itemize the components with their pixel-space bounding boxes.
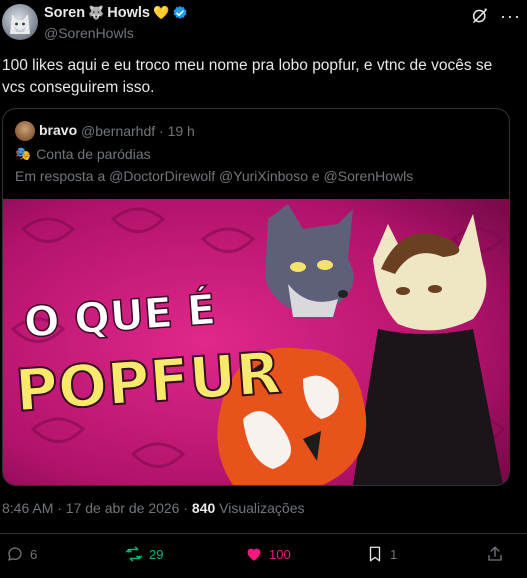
heart-emoji: 💛 xyxy=(152,5,170,20)
reply-button[interactable]: 6 xyxy=(6,545,37,563)
bookmark-icon xyxy=(369,546,381,562)
quote-author-handle-time[interactable]: @bernarhdf · 19 h xyxy=(81,123,195,139)
author-name[interactable]: Soren 🐺 Howls 💛 xyxy=(44,5,188,21)
parody-mask-icon: 🎭 xyxy=(15,146,32,161)
timestamp[interactable]: 8:46 AM · 17 de abr de 2026 · xyxy=(2,500,188,516)
wolf-avatar-art xyxy=(10,14,30,34)
views-label: Visualizações xyxy=(219,500,305,516)
quote-author-avatar[interactable] xyxy=(15,121,35,141)
quote-author-name[interactable]: bravo xyxy=(39,122,77,138)
reply-icon xyxy=(8,547,22,561)
more-options-icon[interactable]: ··· xyxy=(500,6,521,27)
author-avatar[interactable] xyxy=(2,4,38,40)
repost-count: 29 xyxy=(149,546,164,562)
quoted-tweet[interactable]: bravo @bernarhdf · 19 h 🎭 Conta de paród… xyxy=(2,108,510,486)
author-name-suffix: Howls xyxy=(107,5,150,21)
bookmark-count: 1 xyxy=(390,546,398,562)
tweet-meta: 8:46 AM · 17 de abr de 2026 · 840 Visual… xyxy=(2,500,305,516)
bookmark-button[interactable]: 1 xyxy=(366,545,397,563)
reply-count: 6 xyxy=(30,546,38,562)
verified-badge-icon xyxy=(173,6,187,19)
author-name-first: Soren xyxy=(44,5,86,21)
grok-icon[interactable] xyxy=(471,7,489,25)
repost-icon xyxy=(125,546,143,562)
author-handle[interactable]: @SorenHowls xyxy=(44,25,134,41)
share-button[interactable] xyxy=(486,545,504,563)
views-count: 840 xyxy=(191,500,216,516)
tweet-text: 100 likes aqui e eu troco meu nome pra l… xyxy=(2,57,493,96)
like-count: 100 xyxy=(269,546,291,562)
parody-label-text: Conta de paródias xyxy=(36,146,151,162)
parody-label: 🎭 Conta de paródias xyxy=(15,146,151,162)
reply-to-line: Em resposta a @DoctorDirewolf @YuriXinbo… xyxy=(15,168,414,184)
heart-filled-icon xyxy=(247,548,261,561)
repost-button[interactable]: 29 xyxy=(125,545,163,563)
wolf-emoji: 🐺 xyxy=(88,5,105,20)
quote-thumbnail-image[interactable]: O QUE É POPFUR xyxy=(3,199,509,485)
divider xyxy=(0,533,527,534)
share-icon xyxy=(488,546,502,561)
like-button[interactable]: 100 xyxy=(245,545,291,563)
